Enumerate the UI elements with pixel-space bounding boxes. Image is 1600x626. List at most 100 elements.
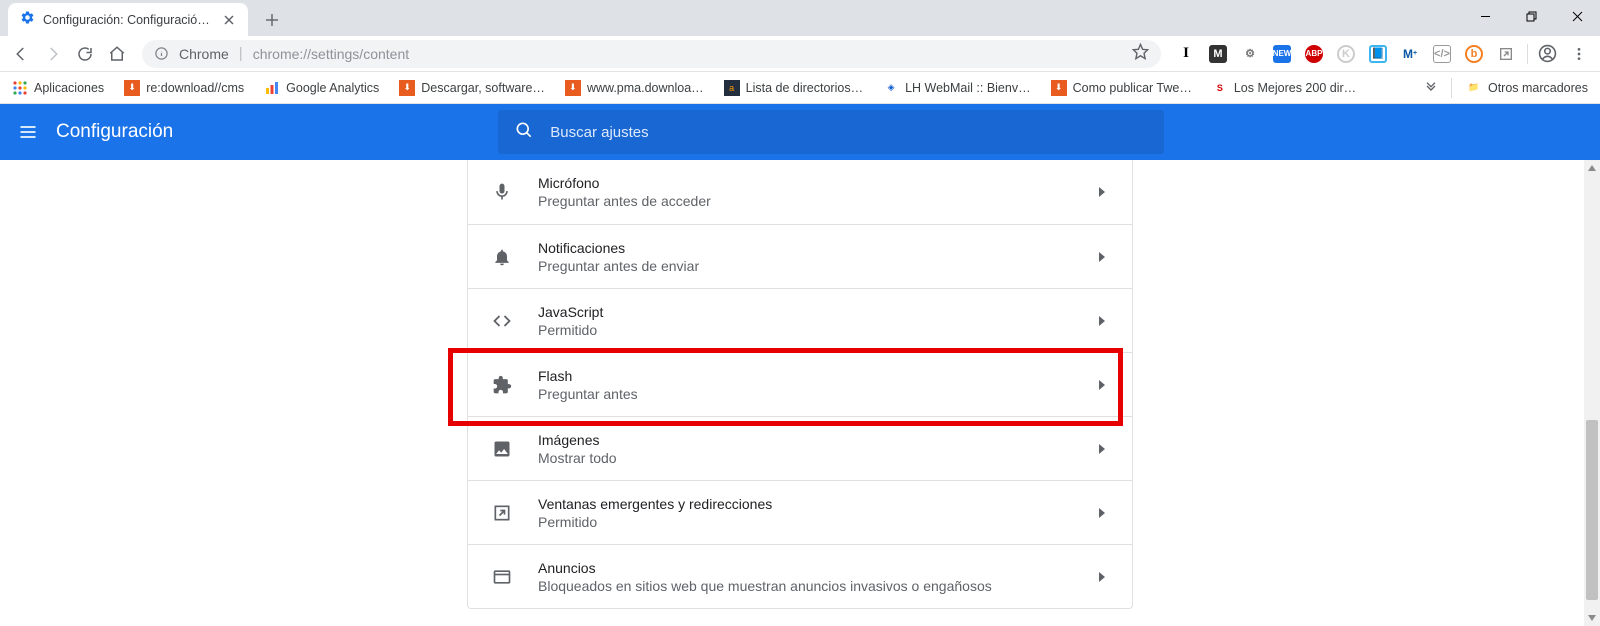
scroll-down-arrow-icon[interactable] — [1584, 610, 1600, 626]
bookmark-item-7[interactable]: S Los Mejores 200 dir… — [1204, 74, 1364, 102]
bookmark-item-2[interactable]: ⬇ Descargar, software… — [391, 74, 553, 102]
url-separator: | — [239, 45, 243, 62]
open-in-new-icon — [492, 503, 512, 523]
scroll-up-arrow-icon[interactable] — [1584, 160, 1600, 176]
bookmarks-overflow-button[interactable] — [1417, 80, 1445, 96]
apps-button[interactable]: Aplicaciones — [4, 74, 112, 102]
gear-icon — [20, 10, 35, 30]
chevron-right-icon — [1096, 379, 1108, 391]
row-title: Ventanas emergentes y redirecciones — [538, 496, 1096, 512]
ext-icon-launch[interactable] — [1497, 45, 1515, 63]
omnibox[interactable]: Chrome | chrome://settings/content — [142, 40, 1161, 68]
bookmark-favicon: ⬇ — [124, 80, 140, 96]
settings-row-javascript[interactable]: JavaScript Permitido — [468, 288, 1132, 352]
code-icon — [492, 311, 512, 331]
minimize-button[interactable] — [1462, 0, 1508, 32]
chevron-right-icon — [1096, 186, 1108, 198]
other-bookmarks-button[interactable]: 📁 Otros marcadores — [1458, 74, 1596, 102]
chevron-right-icon — [1096, 507, 1108, 519]
row-title: Anuncios — [538, 560, 1096, 576]
ext-icon-k[interactable]: K — [1337, 45, 1355, 63]
row-title: Notificaciones — [538, 240, 1096, 256]
bookmark-label: Descargar, software… — [421, 81, 545, 95]
row-title: Imágenes — [538, 432, 1096, 448]
row-title: JavaScript — [538, 304, 1096, 320]
extensions-area: I M ⚙ NEW ABP K 📘 M+ </> b — [1169, 45, 1523, 63]
folder-icon: 📁 — [1466, 80, 1482, 96]
content-settings-panel: Micrófono Preguntar antes de acceder Not… — [467, 160, 1133, 626]
row-title: Micrófono — [538, 175, 1096, 191]
settings-row-microphone[interactable]: Micrófono Preguntar antes de acceder — [468, 160, 1132, 224]
row-subtitle: Preguntar antes de acceder — [538, 193, 1096, 209]
bookmark-favicon: ⬇ — [399, 80, 415, 96]
kebab-menu-button[interactable] — [1564, 39, 1594, 69]
window-controls — [1462, 0, 1600, 32]
bookmark-label: Los Mejores 200 dir… — [1234, 81, 1356, 95]
row-subtitle: Preguntar antes de enviar — [538, 258, 1096, 274]
ext-icon-new[interactable]: NEW — [1273, 45, 1291, 63]
microphone-icon — [492, 182, 512, 202]
ext-icon-m[interactable]: M — [1209, 45, 1227, 63]
bell-icon — [492, 247, 512, 267]
row-subtitle: Mostrar todo — [538, 450, 1096, 466]
ext-icon-dict[interactable]: 📘 — [1369, 45, 1387, 63]
search-placeholder: Buscar ajustes — [550, 124, 648, 141]
ext-icon-code[interactable]: </> — [1433, 45, 1451, 63]
bookmark-item-1[interactable]: Google Analytics — [256, 74, 387, 102]
row-subtitle: Permitido — [538, 322, 1096, 338]
ext-icon-gear[interactable]: ⚙ — [1241, 45, 1259, 63]
ext-icon-m2[interactable]: M+ — [1401, 45, 1419, 63]
puzzle-piece-icon — [492, 375, 512, 395]
bookmark-item-6[interactable]: ⬇ Como publicar Twe… — [1043, 74, 1200, 102]
search-settings-input[interactable]: Buscar ajustes — [498, 110, 1164, 154]
close-window-button[interactable] — [1554, 0, 1600, 32]
profile-button[interactable] — [1532, 39, 1562, 69]
bookmarks-separator — [1451, 78, 1452, 98]
bookmark-favicon: a — [724, 80, 740, 96]
settings-row-notifications[interactable]: Notificaciones Preguntar antes de enviar — [468, 224, 1132, 288]
settings-body: Micrófono Preguntar antes de acceder Not… — [0, 160, 1600, 626]
close-tab-icon[interactable] — [222, 13, 236, 27]
bookmark-item-4[interactable]: aLista de directorios… — [716, 74, 871, 102]
settings-row-flash[interactable]: Flash Preguntar antes — [468, 352, 1132, 416]
chevron-right-icon — [1096, 443, 1108, 455]
url-text: chrome://settings/content — [253, 46, 1122, 62]
row-subtitle: Bloqueados en sitios web que muestran an… — [538, 578, 1096, 594]
bookmark-favicon: S — [1212, 80, 1228, 96]
ext-icon-i[interactable]: I — [1177, 45, 1195, 63]
chevron-right-icon — [1096, 251, 1108, 263]
content-settings-list: Micrófono Preguntar antes de acceder Not… — [467, 160, 1133, 609]
bookmark-label: re:download//cms — [146, 81, 244, 95]
settings-row-images[interactable]: Imágenes Mostrar todo — [468, 416, 1132, 480]
bookmark-item-0[interactable]: ⬇ re:download//cms — [116, 74, 252, 102]
bookmark-label: LH WebMail :: Bienv… — [905, 81, 1031, 95]
ext-icon-abp[interactable]: ABP — [1305, 45, 1323, 63]
bookmark-label: Como publicar Twe… — [1073, 81, 1192, 95]
scrollbar[interactable] — [1584, 160, 1600, 626]
hamburger-menu-button[interactable] — [0, 104, 56, 160]
bookmark-item-3[interactable]: ⬇www.pma.downloa… — [557, 74, 712, 102]
row-title: Flash — [538, 368, 1096, 384]
back-button[interactable] — [6, 39, 36, 69]
web-asset-icon — [492, 567, 512, 587]
browser-tab[interactable]: Configuración: Configuración de — [8, 3, 248, 36]
bookmark-favicon: ⬇ — [1051, 80, 1067, 96]
bookmark-label: Google Analytics — [286, 81, 379, 95]
settings-header: Configuración Buscar ajustes — [0, 104, 1600, 160]
star-icon[interactable] — [1132, 43, 1149, 65]
reload-button[interactable] — [70, 39, 100, 69]
maximize-button[interactable] — [1508, 0, 1554, 32]
chevron-right-icon — [1096, 315, 1108, 327]
bookmarks-bar: Aplicaciones ⬇ re:download//cms Google An… — [0, 72, 1600, 104]
bookmark-item-5[interactable]: ◈LH WebMail :: Bienv… — [875, 74, 1039, 102]
ext-icon-circle[interactable]: b — [1465, 45, 1483, 63]
settings-row-popups[interactable]: Ventanas emergentes y redirecciones Perm… — [468, 480, 1132, 544]
other-bookmarks-label: Otros marcadores — [1488, 81, 1588, 95]
new-tab-button[interactable] — [258, 6, 286, 34]
row-subtitle: Permitido — [538, 514, 1096, 530]
home-button[interactable] — [102, 39, 132, 69]
forward-button[interactable] — [38, 39, 68, 69]
settings-row-ads[interactable]: Anuncios Bloqueados en sitios web que mu… — [468, 544, 1132, 608]
toolbar: Chrome | chrome://settings/content I M ⚙… — [0, 36, 1600, 72]
scrollbar-thumb[interactable] — [1586, 420, 1598, 600]
